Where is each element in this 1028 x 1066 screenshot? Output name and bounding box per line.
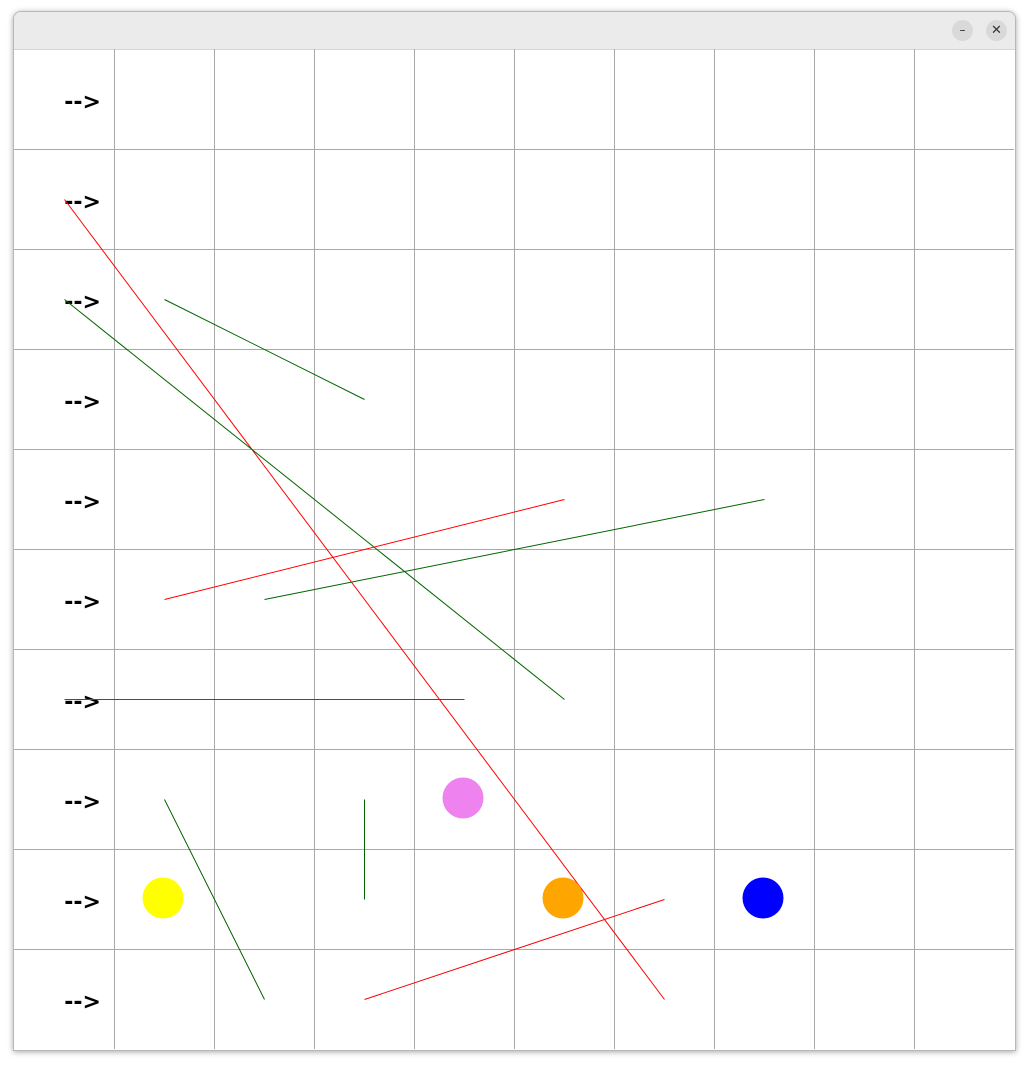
close-icon: ✕ bbox=[991, 23, 1002, 38]
minimize-button[interactable]: – bbox=[952, 20, 973, 41]
circles bbox=[142, 777, 784, 919]
row-arrow-label: --> bbox=[64, 190, 101, 215]
row-arrow-label: --> bbox=[64, 490, 101, 515]
title-bar[interactable]: – ✕ bbox=[14, 12, 1015, 50]
drawing-canvas[interactable]: --> --> --> --> --> --> --> --> --> --> bbox=[14, 49, 1015, 1050]
row-arrow-label: --> bbox=[64, 90, 101, 115]
circle-violet bbox=[442, 777, 484, 819]
row-arrow-label: --> bbox=[64, 790, 101, 815]
board-svg: --> --> --> --> --> --> --> --> --> --> bbox=[14, 49, 1014, 1049]
row-labels: --> --> --> --> --> --> --> --> --> --> bbox=[64, 90, 101, 1015]
row-arrow-label: --> bbox=[64, 390, 101, 415]
row-arrow-label: --> bbox=[64, 590, 101, 615]
circle-blue bbox=[742, 877, 784, 919]
close-button[interactable]: ✕ bbox=[986, 20, 1007, 41]
circle-yellow bbox=[142, 877, 184, 919]
minimize-icon: – bbox=[959, 23, 966, 37]
row-arrow-label: --> bbox=[64, 290, 101, 315]
row-arrow-label: --> bbox=[64, 690, 101, 715]
row-arrow-label: --> bbox=[64, 890, 101, 915]
circle-orange bbox=[542, 877, 584, 919]
row-arrow-label: --> bbox=[64, 990, 101, 1015]
app-window: – ✕ --> --> --> --> --> --> --> --> --> --> bbox=[13, 11, 1016, 1051]
